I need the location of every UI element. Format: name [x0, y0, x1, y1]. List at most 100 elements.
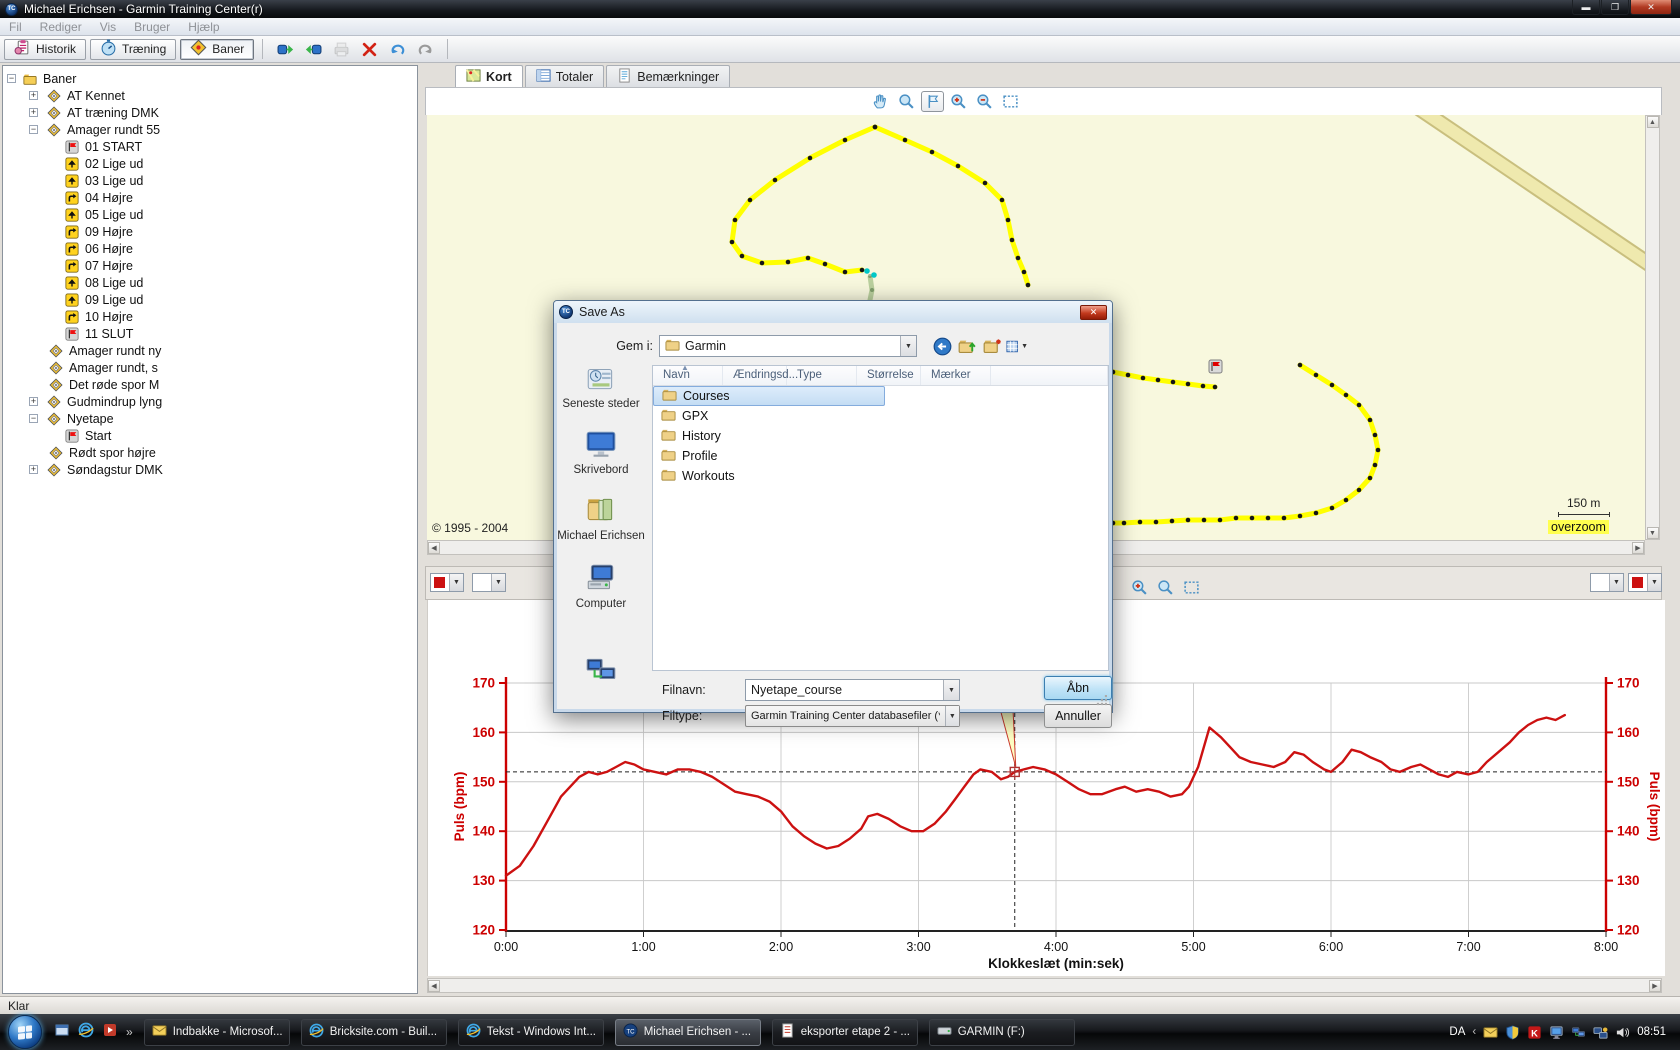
zoom-fit-icon[interactable] [999, 91, 1022, 112]
close-button[interactable]: ✕ [1630, 0, 1672, 15]
tree-expander-plus[interactable]: + [29, 465, 38, 474]
column-header-4[interactable]: Mærker [921, 366, 991, 385]
column-header-1[interactable]: Ændringsd... [723, 366, 787, 385]
series-color-combo-right[interactable]: ▼ [1628, 573, 1662, 592]
start-button[interactable] [8, 1015, 42, 1049]
tree-item[interactable]: Det røde spor M [3, 376, 417, 393]
zoom-lens-icon[interactable] [895, 91, 918, 112]
menu-item-vis[interactable]: Vis [91, 20, 125, 34]
tree-item[interactable]: 11 SLUT [3, 325, 417, 342]
dialog-place-network[interactable] [557, 653, 645, 690]
tree-item[interactable]: +AT træning DMK [3, 104, 417, 121]
save-in-combobox[interactable]: Garmin ▼ [659, 335, 917, 357]
taskbar-button[interactable]: TCMichael Erichsen - ... [615, 1019, 761, 1046]
resize-grip[interactable] [1095, 695, 1107, 707]
series-combo-right[interactable]: ▼ [1590, 573, 1624, 592]
filetype-combobox[interactable]: Garmin Training Center databasefiler (*.… [745, 705, 960, 727]
tray-chevron-icon[interactable]: ‹ [1472, 1026, 1476, 1038]
folder-row-gpx[interactable]: GPX [653, 406, 1108, 426]
delete-icon[interactable] [357, 39, 381, 60]
map-vertical-scrollbar[interactable]: ▲ ▼ [1645, 115, 1660, 540]
tree-item[interactable]: 07 Højre [3, 257, 417, 274]
tray-volume-icon[interactable] [1615, 1025, 1630, 1040]
dialog-place-seneste-steder[interactable]: Seneste steder [557, 361, 645, 410]
language-indicator[interactable]: DA [1449, 1026, 1465, 1038]
chart-zoom-in-icon[interactable] [1128, 577, 1151, 598]
tree-expander-plus[interactable]: + [29, 108, 38, 117]
new-folder-icon[interactable] [981, 335, 1003, 357]
quicklaunch-media-icon[interactable] [102, 1022, 118, 1043]
tree-item[interactable]: −Baner [3, 70, 417, 87]
series-color-combo-left[interactable]: ▼ [430, 573, 464, 592]
toolbar-button-historik[interactable]: Historik [4, 39, 86, 60]
tree-item[interactable]: Amager rundt, s [3, 359, 417, 376]
chart-horizontal-scrollbar[interactable]: ◀ ▶ [427, 978, 1662, 993]
taskbar-button[interactable]: GARMIN (F:) [929, 1019, 1075, 1046]
tray-antivirus-k-icon[interactable]: K [1527, 1025, 1542, 1040]
tab-bemærkninger[interactable]: Bemærkninger [606, 65, 730, 87]
undo-icon[interactable] [385, 39, 409, 60]
tree-item[interactable]: −Amager rundt 55 [3, 121, 417, 138]
tree-item[interactable]: +Søndagstur DMK [3, 461, 417, 478]
print-icon[interactable] [329, 39, 353, 60]
taskbar-button[interactable]: eksporter etape 2 - ... [772, 1019, 918, 1046]
scroll-left-icon[interactable]: ◀ [428, 542, 440, 554]
chart-zoom-lens-icon[interactable] [1154, 577, 1177, 598]
receive-from-device-icon[interactable] [301, 39, 325, 60]
quicklaunch-chevron-icon[interactable]: » [126, 1025, 133, 1039]
views-icon[interactable]: ▼ [1006, 335, 1028, 357]
tree-expander-minus[interactable]: − [29, 125, 38, 134]
tree-item[interactable]: 06 Højre [3, 240, 417, 257]
send-to-device-icon[interactable] [273, 39, 297, 60]
tree-item[interactable]: 05 Lige ud [3, 206, 417, 223]
folder-row-workouts[interactable]: Workouts [653, 466, 1108, 486]
menu-item-fil[interactable]: Fil [0, 20, 31, 34]
column-header-3[interactable]: Størrelse [857, 366, 921, 385]
scroll-down-icon[interactable]: ▼ [1647, 527, 1659, 539]
minimize-button[interactable]: ▬ [1572, 0, 1600, 15]
tree-item[interactable]: 01 START [3, 138, 417, 155]
quicklaunch-ie-icon[interactable] [78, 1022, 94, 1043]
quicklaunch-window-icon[interactable] [54, 1022, 70, 1043]
flag-tool-icon[interactable] [921, 91, 944, 112]
redo-icon[interactable] [413, 39, 437, 60]
tree-item[interactable]: 03 Lige ud [3, 172, 417, 189]
folder-row-courses[interactable]: Courses [653, 386, 885, 406]
tree-item[interactable]: 09 Højre [3, 223, 417, 240]
scroll-right-icon[interactable]: ▶ [1632, 542, 1644, 554]
tree-item[interactable]: 02 Lige ud [3, 155, 417, 172]
tree-item[interactable]: 09 Lige ud [3, 291, 417, 308]
taskbar-button[interactable]: Bricksite.com - Buil... [301, 1019, 447, 1046]
tree-expander-plus[interactable]: + [29, 91, 38, 100]
folder-row-history[interactable]: History [653, 426, 1108, 446]
zoom-out-icon[interactable] [973, 91, 996, 112]
tab-kort[interactable]: Kort [455, 65, 523, 88]
tray-network-icon[interactable] [1571, 1025, 1586, 1040]
scroll-right-icon[interactable]: ▶ [1649, 980, 1661, 992]
dialog-close-icon[interactable]: ✕ [1080, 305, 1107, 320]
tree-item[interactable]: +AT Kennet [3, 87, 417, 104]
toolbar-button-baner[interactable]: Baner [180, 39, 254, 60]
tray-shield-icon[interactable] [1505, 1025, 1520, 1040]
menu-item-rediger[interactable]: Rediger [31, 20, 91, 34]
clock[interactable]: 08:51 [1637, 1026, 1666, 1038]
tray-mail-icon[interactable] [1483, 1025, 1498, 1040]
tree-item[interactable]: Start [3, 427, 417, 444]
folder-up-icon[interactable] [956, 335, 978, 357]
tray-network2-icon[interactable] [1593, 1025, 1608, 1040]
tree-item[interactable]: −Nyetape [3, 410, 417, 427]
series-combo-left[interactable]: ▼ [472, 573, 506, 592]
file-list[interactable]: ▲NavnÆndringsd...TypeStørrelseMærker Cou… [652, 365, 1109, 671]
menu-item-hjælp[interactable]: Hjælp [179, 20, 228, 34]
dialog-titlebar[interactable]: TC Save As [554, 301, 1112, 323]
tree-item[interactable]: Rødt spor højre [3, 444, 417, 461]
tab-totaler[interactable]: Totaler [525, 65, 605, 87]
dialog-place-skrivebord[interactable]: Skrivebord [557, 427, 645, 476]
tree-item[interactable]: Amager rundt ny [3, 342, 417, 359]
toolbar-button-træning[interactable]: Træning [90, 39, 176, 60]
column-header-2[interactable]: Type [787, 366, 857, 385]
tree-item[interactable]: 10 Højre [3, 308, 417, 325]
maximize-button[interactable]: ❐ [1601, 0, 1629, 15]
cancel-button[interactable]: Annuller [1044, 704, 1112, 728]
tree-item[interactable]: 08 Lige ud [3, 274, 417, 291]
